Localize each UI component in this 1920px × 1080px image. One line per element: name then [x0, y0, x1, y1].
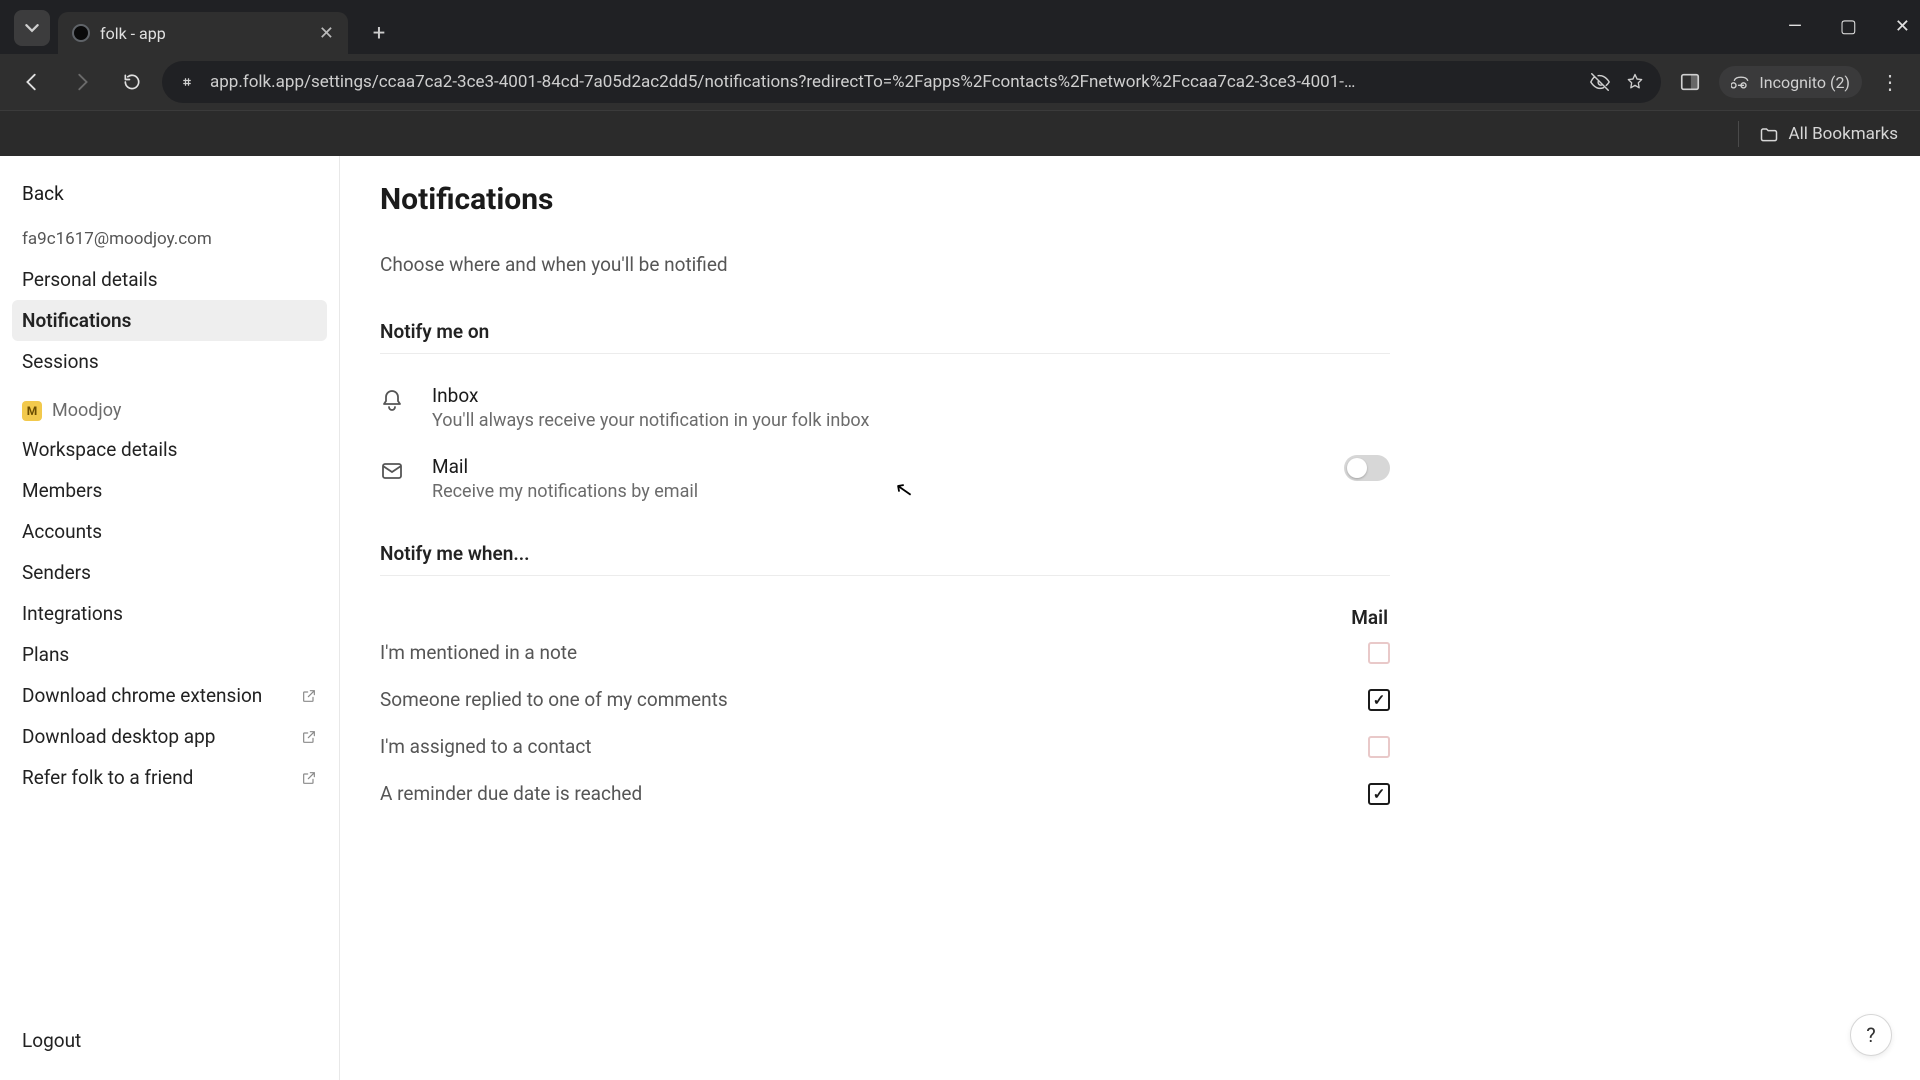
tab-search-dropdown[interactable]: [14, 10, 50, 46]
tab-title: folk - app: [100, 24, 166, 43]
divider: [380, 575, 1390, 576]
window-maximize-icon[interactable]: ▢: [1840, 16, 1857, 37]
page-subtitle: Choose where and when you'll be notified: [380, 253, 1880, 276]
window-controls: ― ▢ ✕: [1788, 16, 1910, 37]
browser-tab[interactable]: folk - app ✕: [58, 12, 348, 54]
sidebar-item-download-desktop-app[interactable]: Download desktop app: [12, 716, 327, 757]
channel-desc: Receive my notifications by email: [432, 481, 698, 502]
channel-row-mail: Mail Receive my notifications by email: [380, 443, 1390, 514]
sidebar-item-refer-folk-to-a-friend[interactable]: Refer folk to a friend: [12, 757, 327, 798]
address-bar[interactable]: app.folk.app/settings/ccaa7ca2-3ce3-4001…: [162, 61, 1661, 103]
workspace-avatar: M: [22, 401, 42, 421]
sidebar-item-personal-details[interactable]: Personal details: [12, 259, 327, 300]
divider: [380, 353, 1390, 354]
help-button[interactable]: ?: [1850, 1014, 1892, 1056]
sidebar-item-plans[interactable]: Plans: [12, 634, 327, 675]
mail-checkbox: ✓: [1368, 642, 1390, 664]
window-close-icon[interactable]: ✕: [1895, 16, 1910, 37]
mail-checkbox[interactable]: ✓: [1368, 783, 1390, 805]
sidebar-item-accounts[interactable]: Accounts: [12, 511, 327, 552]
when-row-label: A reminder due date is reached: [380, 782, 642, 805]
sidebar-item-senders[interactable]: Senders: [12, 552, 327, 593]
channel-toggle-mail[interactable]: [1344, 455, 1390, 481]
when-row-label: Someone replied to one of my comments: [380, 688, 728, 711]
nav-back-button[interactable]: [12, 62, 52, 102]
when-row: I'm mentioned in a note ✓: [380, 629, 1390, 676]
tab-close-icon[interactable]: ✕: [299, 23, 334, 44]
workspace-badge[interactable]: M Moodjoy: [12, 382, 327, 429]
sidebar-item-download-chrome-extension[interactable]: Download chrome extension: [12, 675, 327, 716]
url-text: app.folk.app/settings/ccaa7ca2-3ce3-4001…: [210, 72, 1575, 92]
settings-main: Notifications Choose where and when you'…: [340, 156, 1920, 1080]
bell-icon: [380, 384, 410, 412]
when-row-label: I'm mentioned in a note: [380, 641, 577, 664]
channel-row-inbox: Inbox You'll always receive your notifica…: [380, 372, 1390, 443]
window-minimize-icon[interactable]: ―: [1788, 16, 1802, 37]
channel-title: Inbox: [432, 384, 869, 407]
external-link-icon: [301, 688, 317, 704]
incognito-indicator[interactable]: Incognito (2): [1719, 66, 1862, 98]
sidebar-item-label: Download chrome extension: [22, 684, 262, 707]
external-link-icon: [301, 770, 317, 786]
mail-icon: [380, 455, 410, 483]
channel-title: Mail: [432, 455, 698, 478]
when-table-header: Mail: [380, 606, 1390, 629]
all-bookmarks-button[interactable]: All Bookmarks: [1759, 124, 1898, 144]
site-settings-icon[interactable]: [178, 73, 196, 91]
when-row: I'm assigned to a contact ✓: [380, 723, 1390, 770]
when-row: Someone replied to one of my comments ✓: [380, 676, 1390, 723]
account-email: fa9c1617@moodjoy.com: [12, 225, 327, 259]
sidebar-item-sessions[interactable]: Sessions: [12, 341, 327, 382]
mail-checkbox: ✓: [1368, 736, 1390, 758]
browser-toolbar: app.folk.app/settings/ccaa7ca2-3ce3-4001…: [0, 54, 1920, 110]
side-panel-icon[interactable]: [1679, 71, 1701, 93]
browser-tab-strip: folk - app ✕ + ― ▢ ✕: [0, 0, 1920, 54]
external-link-icon: [301, 729, 317, 745]
notify-on-label: Notify me on: [380, 320, 1880, 343]
sidebar-item-label: Refer folk to a friend: [22, 766, 193, 789]
nav-reload-button[interactable]: [112, 62, 152, 102]
channel-desc: You'll always receive your notification …: [432, 410, 869, 431]
chrome-menu-icon[interactable]: ⋮: [1880, 70, 1900, 94]
sidebar-item-notifications[interactable]: Notifications: [12, 300, 327, 341]
when-row-label: I'm assigned to a contact: [380, 735, 592, 758]
new-tab-button[interactable]: +: [362, 16, 396, 50]
sidebar-item-workspace-details[interactable]: Workspace details: [12, 429, 327, 470]
sidebar-item-label: Download desktop app: [22, 725, 215, 748]
tab-favicon: [72, 24, 90, 42]
back-link[interactable]: Back: [12, 174, 327, 225]
workspace-name: Moodjoy: [52, 400, 121, 421]
mail-checkbox[interactable]: ✓: [1368, 689, 1390, 711]
nav-forward-button[interactable]: [62, 62, 102, 102]
when-row: A reminder due date is reached ✓: [380, 770, 1390, 817]
notify-when-label: Notify me when...: [380, 542, 1880, 565]
settings-sidebar: Back fa9c1617@moodjoy.com Personal detai…: [0, 156, 340, 1080]
page-title: Notifications: [380, 182, 1880, 217]
eye-off-icon[interactable]: [1589, 71, 1611, 93]
incognito-label: Incognito (2): [1759, 73, 1850, 92]
all-bookmarks-label: All Bookmarks: [1789, 124, 1898, 144]
bookmarks-bar: All Bookmarks: [0, 110, 1920, 156]
bookmark-star-icon[interactable]: [1625, 72, 1645, 92]
sidebar-item-integrations[interactable]: Integrations: [12, 593, 327, 634]
logout-link[interactable]: Logout: [12, 1019, 327, 1062]
when-column-mail: Mail: [1351, 606, 1390, 629]
sidebar-item-members[interactable]: Members: [12, 470, 327, 511]
